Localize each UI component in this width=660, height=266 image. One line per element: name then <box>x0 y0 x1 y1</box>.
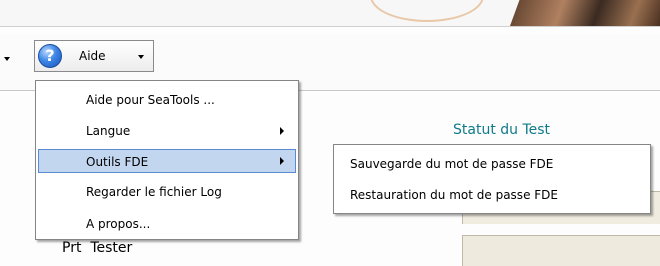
menu-item-regarder-log[interactable]: Regarder le fichier Log <box>38 180 296 204</box>
menu-item-outils-fde[interactable]: Outils FDE <box>38 149 296 173</box>
banner-logo-arc <box>370 0 484 22</box>
header-banner <box>0 0 660 27</box>
chevron-right-icon <box>280 127 284 135</box>
chevron-down-icon <box>138 55 144 59</box>
outils-fde-submenu: Sauvegarde du mot de passe FDE Restaurat… <box>333 144 651 214</box>
submenu-item-label: Sauvegarde du mot de passe FDE <box>350 157 554 171</box>
menu-item-a-propos[interactable]: A propos... <box>38 212 296 236</box>
status-panel-lower <box>462 235 660 266</box>
aide-menu-button[interactable]: ? Aide <box>34 40 154 72</box>
menu-item-aide-seatools[interactable]: Aide pour SeaTools ... <box>38 88 296 112</box>
menu-item-langue[interactable]: Langue <box>38 119 296 143</box>
aide-label: Aide <box>79 49 106 63</box>
menu-item-label: Outils FDE <box>86 155 149 169</box>
submenu-item-sauvegarde[interactable]: Sauvegarde du mot de passe FDE <box>336 150 648 178</box>
menu-item-label: Regarder le fichier Log <box>86 185 222 199</box>
menu-item-label: Langue <box>86 124 131 138</box>
chevron-right-icon <box>280 157 284 165</box>
submenu-item-label: Restauration du mot de passe FDE <box>350 188 558 202</box>
menu-item-label: Aide pour SeaTools ... <box>86 93 215 107</box>
status-title: Statut du Test <box>453 122 551 138</box>
submenu-item-restauration[interactable]: Restauration du mot de passe FDE <box>336 181 648 209</box>
menu-item-label: A propos... <box>86 217 151 231</box>
chevron-down-icon[interactable] <box>4 57 10 61</box>
tester-label: Prt Tester <box>62 240 133 256</box>
help-question-icon: ? <box>38 44 62 68</box>
aide-dropdown-menu: Aide pour SeaTools ... Langue Outils FDE… <box>35 80 299 240</box>
banner-image <box>510 0 660 26</box>
